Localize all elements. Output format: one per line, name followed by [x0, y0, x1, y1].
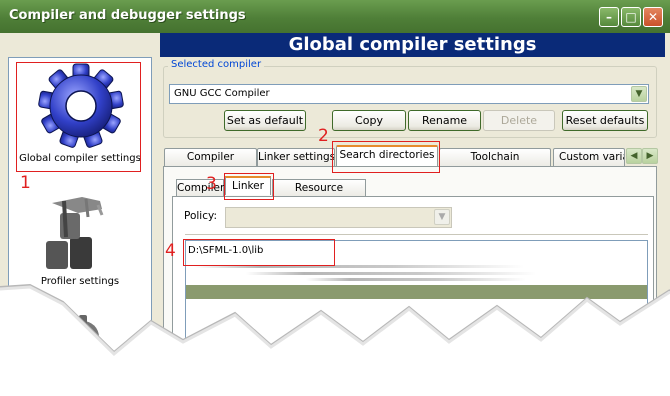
annotation-number-4: 4	[165, 241, 176, 261]
selected-compiler-label: Selected compiler	[168, 59, 265, 70]
profiler-icon[interactable]	[42, 193, 118, 271]
copy-button[interactable]: Copy	[332, 110, 406, 131]
rename-button[interactable]: Rename	[408, 110, 481, 131]
policy-label: Policy:	[184, 210, 217, 222]
chevron-down-icon[interactable]: ▼	[631, 86, 647, 102]
set-as-default-button[interactable]: Set as default	[224, 110, 306, 131]
compiler-dropdown[interactable]: GNU GCC Compiler ▼	[169, 84, 649, 104]
subtab-resource-compiler[interactable]: Resource compiler	[272, 179, 366, 210]
reset-defaults-button[interactable]: Reset defaults	[562, 110, 648, 131]
maximize-button[interactable]: □	[621, 7, 641, 27]
tab-linker-settings[interactable]: Linker settings	[257, 148, 335, 166]
annotation-number-1: 1	[20, 173, 31, 193]
delete-button[interactable]: Delete	[483, 110, 555, 131]
title-bar[interactable]: Compiler and debugger settings – □ ✕	[0, 0, 670, 33]
annotation-number-3: 3	[206, 174, 217, 194]
annotation-box-3	[224, 173, 274, 200]
tab-scroll-right-icon[interactable]: ▶	[642, 148, 658, 164]
page-title: Global compiler settings	[160, 33, 665, 57]
chevron-down-icon: ▼	[434, 209, 450, 225]
tab-custom-variables[interactable]: Custom variables	[553, 148, 625, 166]
blurred-entry	[246, 272, 536, 275]
window-title: Compiler and debugger settings	[9, 8, 246, 23]
tab-compiler-settings[interactable]: Compiler settings	[164, 148, 257, 180]
annotation-number-2: 2	[318, 126, 329, 146]
divider	[185, 234, 648, 235]
torn-edge	[0, 283, 670, 357]
tab-toolchain-executables[interactable]: Toolchain executables	[439, 148, 551, 180]
policy-dropdown[interactable]: ▼	[225, 207, 452, 228]
annotation-box-1	[16, 62, 141, 172]
compiler-value: GNU GCC Compiler	[174, 88, 270, 99]
close-button[interactable]: ✕	[643, 7, 663, 27]
minimize-button[interactable]: –	[599, 7, 619, 27]
tab-scroll-left-icon[interactable]: ◀	[626, 148, 642, 164]
annotation-box-4	[183, 239, 335, 266]
annotation-box-2	[332, 141, 440, 173]
